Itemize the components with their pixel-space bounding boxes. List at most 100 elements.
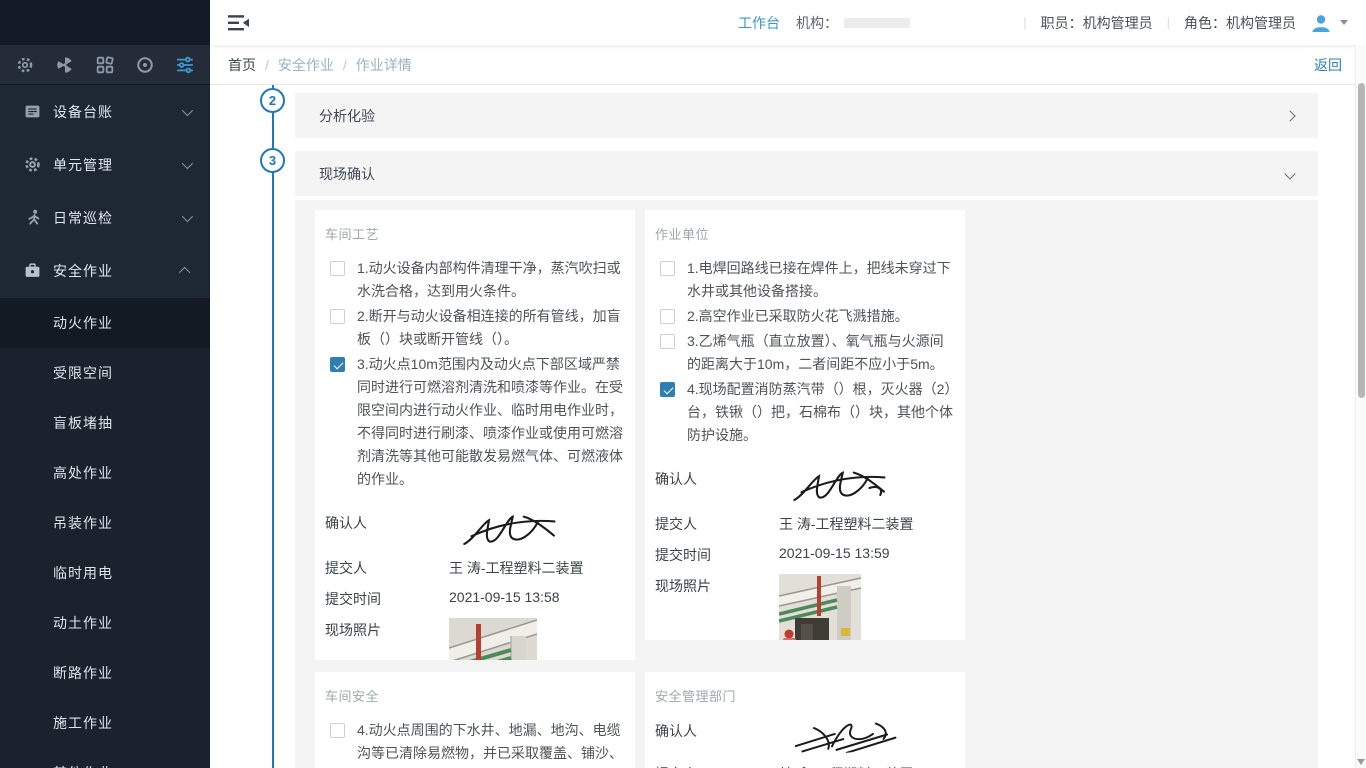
sidebar-item-label: 日常巡检 xyxy=(53,208,182,228)
chevron-down-icon xyxy=(182,104,193,115)
subitem-label: 高处作业 xyxy=(53,463,113,483)
settings-icon[interactable] xyxy=(14,54,36,76)
breadcrumb-safety-work[interactable]: 安全作业 xyxy=(278,55,334,75)
checkbox[interactable] xyxy=(660,261,675,276)
signature-image xyxy=(788,713,901,758)
org-label: 机构： xyxy=(796,13,838,33)
scrollbar-thumb[interactable] xyxy=(1358,83,1365,398)
apps-icon[interactable] xyxy=(94,54,116,76)
submitter-row: 提交人 韩 鑫-工程塑料二装置 xyxy=(655,762,955,768)
submit-time-value: 2021-09-15 13:59 xyxy=(779,543,890,565)
confirm-row: 确认人 xyxy=(655,719,955,753)
checkbox[interactable] xyxy=(330,261,345,276)
sidebar-subitem-construction[interactable]: 施工作业 xyxy=(0,698,210,748)
step-2-badge: 2 xyxy=(260,88,285,113)
sidebar-item-daily-patrol[interactable]: 日常巡检 xyxy=(0,191,210,244)
header-center: 工作台 机构： xyxy=(738,0,910,45)
site-photo-row: 现场照片 xyxy=(325,618,625,660)
submitter-value: 王 涛-工程塑料二装置 xyxy=(779,512,914,534)
sidebar-module-iconbar xyxy=(0,45,210,85)
checkbox[interactable] xyxy=(330,723,345,738)
radiation-icon[interactable] xyxy=(54,54,76,76)
checkbox[interactable] xyxy=(660,309,675,324)
breadcrumb-work-detail: 作业详情 xyxy=(356,55,412,75)
step-rail-line xyxy=(272,85,274,768)
panel-analysis-test[interactable]: 分析化验 xyxy=(295,93,1318,138)
sidebar-subitem-lifting[interactable]: 吊装作业 xyxy=(0,498,210,548)
confirm-row: 确认人 xyxy=(325,511,625,547)
breadcrumb-separator: / xyxy=(334,57,356,73)
sidebar-subitem-confined-space[interactable]: 受限空间 xyxy=(0,348,210,398)
checkbox[interactable] xyxy=(660,382,675,397)
submitter-row: 提交人 王 涛-工程塑料二装置 xyxy=(325,556,625,578)
sidebar-subitem-blind-plate[interactable]: 盲板堵抽 xyxy=(0,398,210,448)
card-fields: 确认人 提交人 王 涛-工程塑料二装置 提交时间 xyxy=(655,467,955,640)
checklist-item: 1.电焊回路线已接在焊件上，把线未穿过下水井或其他设备搭接。 xyxy=(655,257,955,303)
panel-title: 分析化验 xyxy=(319,106,375,126)
sidebar-item-label: 设备台账 xyxy=(53,102,182,122)
checkbox[interactable] xyxy=(660,334,675,349)
sidebar-subitem-earth-moving[interactable]: 动土作业 xyxy=(0,598,210,648)
sliders-icon[interactable] xyxy=(174,54,196,76)
sidebar-subitem-other[interactable]: 其他作业 xyxy=(0,748,210,768)
subitem-label: 动土作业 xyxy=(53,613,113,633)
card-title: 安全管理部门 xyxy=(655,686,955,705)
sidebar-item-safety-work[interactable]: 安全作业 xyxy=(0,244,210,297)
menu-fold-icon[interactable] xyxy=(228,14,250,32)
checklist-item-text: 3.乙烯气瓶（直立放置）、氧气瓶与火源间的距离大于10m，二者间距不应小于5m。 xyxy=(687,330,955,376)
subitem-label: 受限空间 xyxy=(53,363,113,383)
submitter-label: 提交人 xyxy=(655,762,779,768)
target-icon[interactable] xyxy=(134,54,156,76)
breadcrumb: 首页 / 安全作业 / 作业详情 返回 xyxy=(210,45,1366,85)
site-photo-label: 现场照片 xyxy=(655,574,779,640)
role-label: 角色：机构管理员 xyxy=(1184,13,1296,33)
scrollbar-track[interactable] xyxy=(1355,45,1366,768)
site-photo-label: 现场照片 xyxy=(325,618,449,660)
staff-label: 职员：机构管理员 xyxy=(1041,13,1153,33)
main-area: 工作台 机构： | 职员：机构管理员 | 角色：机构管理员 首页 / 安全作业 … xyxy=(210,0,1366,768)
card-column-right: 作业单位 1.电焊回路线已接在焊件上，把线未穿过下水井或其他设备搭接。 2.高空… xyxy=(645,210,965,768)
submitter-label: 提交人 xyxy=(325,556,449,578)
sidebar-subitem-hot-work[interactable]: 动火作业 xyxy=(0,298,210,348)
sidebar-subitem-road-breaking[interactable]: 断路作业 xyxy=(0,648,210,698)
chevron-down-icon xyxy=(182,210,193,221)
card-work-unit: 作业单位 1.电焊回路线已接在焊件上，把线未穿过下水井或其他设备搭接。 2.高空… xyxy=(645,210,965,640)
site-photo-thumbnail[interactable] xyxy=(449,618,537,660)
user-avatar-icon[interactable] xyxy=(1310,12,1332,34)
user-menu-caret-icon[interactable] xyxy=(1340,20,1348,25)
checklist-item-text: 3.动火点10m范围内及动火点下部区域严禁同时进行可燃溶剂清洗和喷漆等作业。在受… xyxy=(357,353,625,491)
org-name-redacted xyxy=(844,18,910,28)
breadcrumb-separator: / xyxy=(256,57,278,73)
card-safety-department: 安全管理部门 确认人 提交人 韩 鑫-工程塑料二装置 xyxy=(645,672,965,768)
subitem-label: 临时用电 xyxy=(53,563,113,583)
checkbox[interactable] xyxy=(330,309,345,324)
checklist-item-text: 1.电焊回路线已接在焊件上，把线未穿过下水井或其他设备搭接。 xyxy=(687,257,955,303)
card-workshop-safety: 车间安全 4.动火点周围的下水井、地漏、地沟、电缆沟等已清除易燃物，并已采取覆盖… xyxy=(315,672,635,768)
sidebar-item-label: 单元管理 xyxy=(53,155,182,175)
sidebar-subitem-work-at-height[interactable]: 高处作业 xyxy=(0,448,210,498)
sidebar-subitem-temporary-power[interactable]: 临时用电 xyxy=(0,548,210,598)
checklist-item: 4.现场配置消防蒸汽带（）根，灭火器（2）台，铁锹（）把，石棉布（）块，其他个体… xyxy=(655,378,955,447)
panel-site-confirmation[interactable]: 现场确认 xyxy=(295,151,1318,196)
submitter-value: 王 涛-工程塑料二装置 xyxy=(449,556,584,578)
checkbox[interactable] xyxy=(330,357,345,372)
sidebar: 设备台账 单元管理 日常巡检 安全作业 xyxy=(0,0,210,768)
sidebar-item-device-ledger[interactable]: 设备台账 xyxy=(0,85,210,138)
checklist-item: 4.动火点周围的下水井、地漏、地沟、电缆沟等已清除易燃物，并已采取覆盖、铺沙、水… xyxy=(325,719,625,768)
patrol-person-icon xyxy=(24,209,41,226)
back-button[interactable]: 返回 xyxy=(1314,55,1342,75)
panel-title: 现场确认 xyxy=(319,164,375,184)
divider: | xyxy=(1153,15,1184,30)
card-title: 车间安全 xyxy=(325,686,625,705)
breadcrumb-home[interactable]: 首页 xyxy=(228,55,256,75)
chevron-down-icon xyxy=(1284,168,1295,179)
site-photo-thumbnail[interactable] xyxy=(779,574,861,640)
checklist-item: 3.乙烯气瓶（直立放置）、氧气瓶与火源间的距离大于10m，二者间距不应小于5m。 xyxy=(655,330,955,376)
sidebar-item-unit-management[interactable]: 单元管理 xyxy=(0,138,210,191)
sidebar-menu: 设备台账 单元管理 日常巡检 安全作业 xyxy=(0,85,210,768)
confirm-label: 确认人 xyxy=(655,719,779,753)
ledger-icon xyxy=(24,103,41,120)
scrollbar-down-arrow-icon[interactable] xyxy=(1357,759,1365,765)
workbench-link[interactable]: 工作台 xyxy=(738,13,780,33)
checklist-item: 1.动火设备内部构件清理干净，蒸汽吹扫或水洗合格，达到用火条件。 xyxy=(325,257,625,303)
